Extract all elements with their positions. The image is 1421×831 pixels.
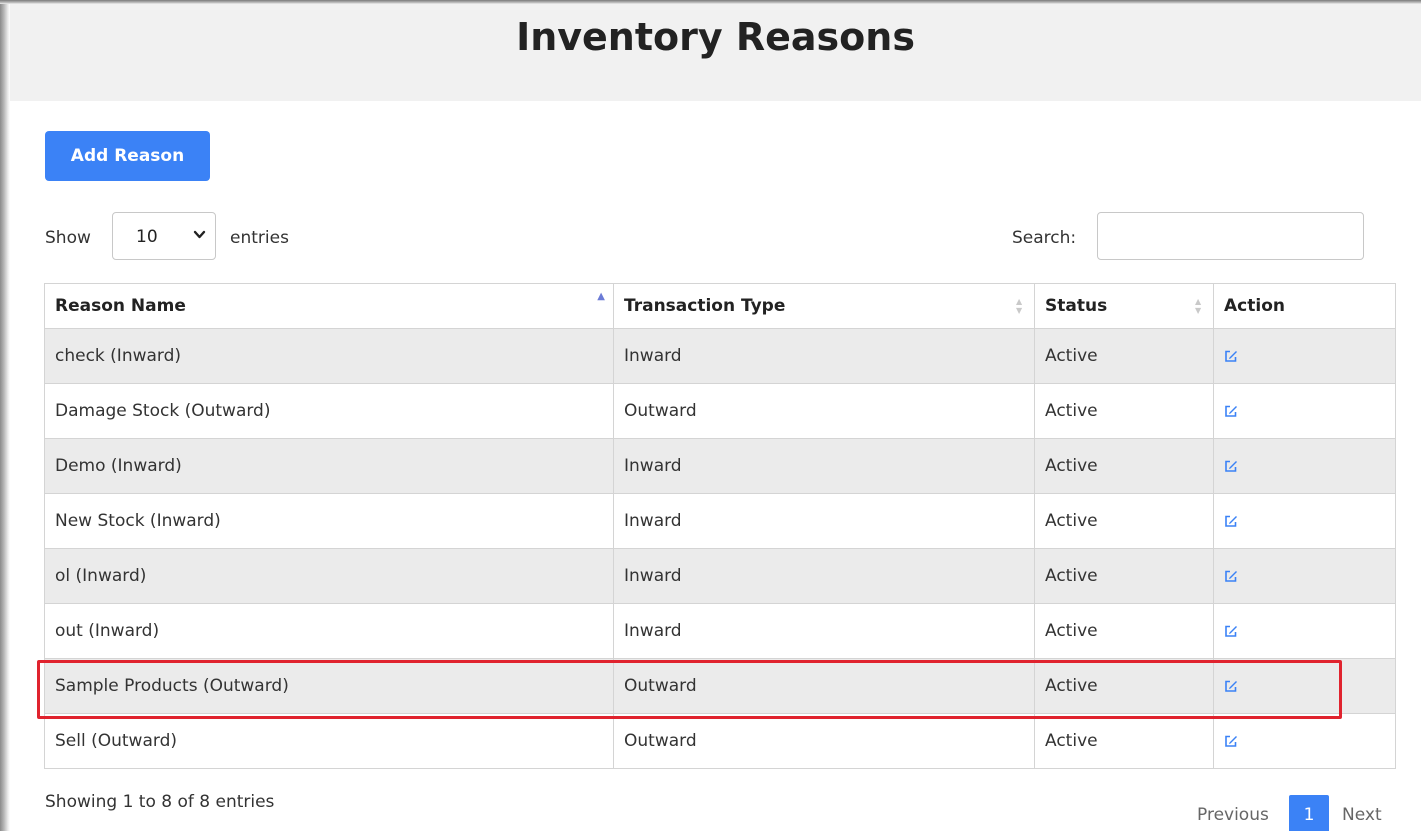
cell-reason-name: New Stock (Inward) — [44, 493, 614, 549]
cell-transaction-type: Inward — [613, 328, 1035, 384]
pagination-next[interactable]: Next — [1342, 803, 1382, 827]
table-row: New Stock (Inward) Inward Active — [44, 493, 1396, 549]
column-header-label: Reason Name — [55, 296, 186, 316]
sort-both-icon: ▲ ▼ — [1195, 297, 1202, 315]
cell-reason-name: Damage Stock (Outward) — [44, 383, 614, 439]
cell-reason-name: Demo (Inward) — [44, 438, 614, 494]
add-reason-button[interactable]: Add Reason — [45, 131, 210, 181]
chevron-down-icon — [193, 225, 206, 249]
pagination-previous[interactable]: Previous — [1197, 803, 1269, 827]
table-row: ol (Inward) Inward Active — [44, 548, 1396, 604]
table-row: Sell (Outward) Outward Active — [44, 713, 1396, 769]
cell-reason-name: check (Inward) — [44, 328, 614, 384]
cell-transaction-type: Inward — [613, 603, 1035, 659]
edit-icon[interactable] — [1224, 348, 1238, 362]
cell-status: Active — [1034, 438, 1214, 494]
sort-both-icon: ▲ ▼ — [1016, 297, 1023, 315]
column-header-transaction-type[interactable]: Transaction Type ▲ ▼ — [613, 283, 1035, 329]
length-show-label: Show — [45, 228, 91, 248]
search-label: Search: — [1012, 228, 1077, 248]
table-row: Damage Stock (Outward) Outward Active — [44, 383, 1396, 439]
edit-icon[interactable] — [1224, 733, 1238, 747]
cell-action — [1213, 383, 1396, 439]
table-row: Demo (Inward) Inward Active — [44, 438, 1396, 494]
edit-icon[interactable] — [1224, 458, 1238, 472]
cell-transaction-type: Outward — [613, 658, 1035, 714]
table-row: check (Inward) Inward Active — [44, 328, 1396, 384]
cell-transaction-type: Inward — [613, 438, 1035, 494]
pagination-page-current[interactable]: 1 — [1289, 795, 1329, 831]
edit-icon[interactable] — [1224, 513, 1238, 527]
cell-transaction-type: Inward — [613, 548, 1035, 604]
table-info-text: Showing 1 to 8 of 8 entries — [45, 792, 275, 812]
window-frame-left — [0, 0, 10, 831]
cell-status: Active — [1034, 383, 1214, 439]
cell-action — [1213, 658, 1396, 714]
column-header-reason-name[interactable]: Reason Name ▲ — [44, 283, 614, 329]
edit-icon[interactable] — [1224, 568, 1238, 582]
cell-action — [1213, 548, 1396, 604]
column-header-label: Action — [1224, 296, 1285, 316]
cell-reason-name: Sell (Outward) — [44, 713, 614, 769]
reasons-table: Reason Name ▲ Transaction Type ▲ ▼ Status… — [44, 283, 1396, 769]
table-row: out (Inward) Inward Active — [44, 603, 1396, 659]
entries-select-value: 10 — [136, 227, 158, 247]
table-header-row: Reason Name ▲ Transaction Type ▲ ▼ Status… — [44, 283, 1396, 329]
cell-action — [1213, 438, 1396, 494]
cell-status: Active — [1034, 713, 1214, 769]
cell-status: Active — [1034, 658, 1214, 714]
cell-action — [1213, 493, 1396, 549]
page-header: Inventory Reasons — [10, 4, 1421, 101]
cell-action — [1213, 713, 1396, 769]
column-header-label: Status — [1045, 296, 1108, 316]
table-row-highlighted: Sample Products (Outward) Outward Active — [44, 658, 1396, 714]
edit-icon[interactable] — [1224, 403, 1238, 417]
column-header-action: Action — [1213, 283, 1396, 329]
column-header-label: Transaction Type — [624, 296, 786, 316]
cell-transaction-type: Inward — [613, 493, 1035, 549]
cell-reason-name: out (Inward) — [44, 603, 614, 659]
cell-action — [1213, 603, 1396, 659]
entries-per-page-select[interactable]: 10 — [112, 212, 216, 260]
cell-action — [1213, 328, 1396, 384]
length-entries-label: entries — [230, 228, 289, 248]
edit-icon[interactable] — [1224, 623, 1238, 637]
cell-transaction-type: Outward — [613, 383, 1035, 439]
cell-status: Active — [1034, 493, 1214, 549]
page-title: Inventory Reasons — [516, 15, 915, 59]
cell-status: Active — [1034, 328, 1214, 384]
search-input[interactable] — [1097, 212, 1364, 260]
column-header-status[interactable]: Status ▲ ▼ — [1034, 283, 1214, 329]
cell-reason-name: ol (Inward) — [44, 548, 614, 604]
cell-transaction-type: Outward — [613, 713, 1035, 769]
edit-icon[interactable] — [1224, 678, 1238, 692]
cell-status: Active — [1034, 603, 1214, 659]
cell-status: Active — [1034, 548, 1214, 604]
sort-ascending-icon: ▲ — [597, 291, 605, 302]
cell-reason-name: Sample Products (Outward) — [44, 658, 614, 714]
